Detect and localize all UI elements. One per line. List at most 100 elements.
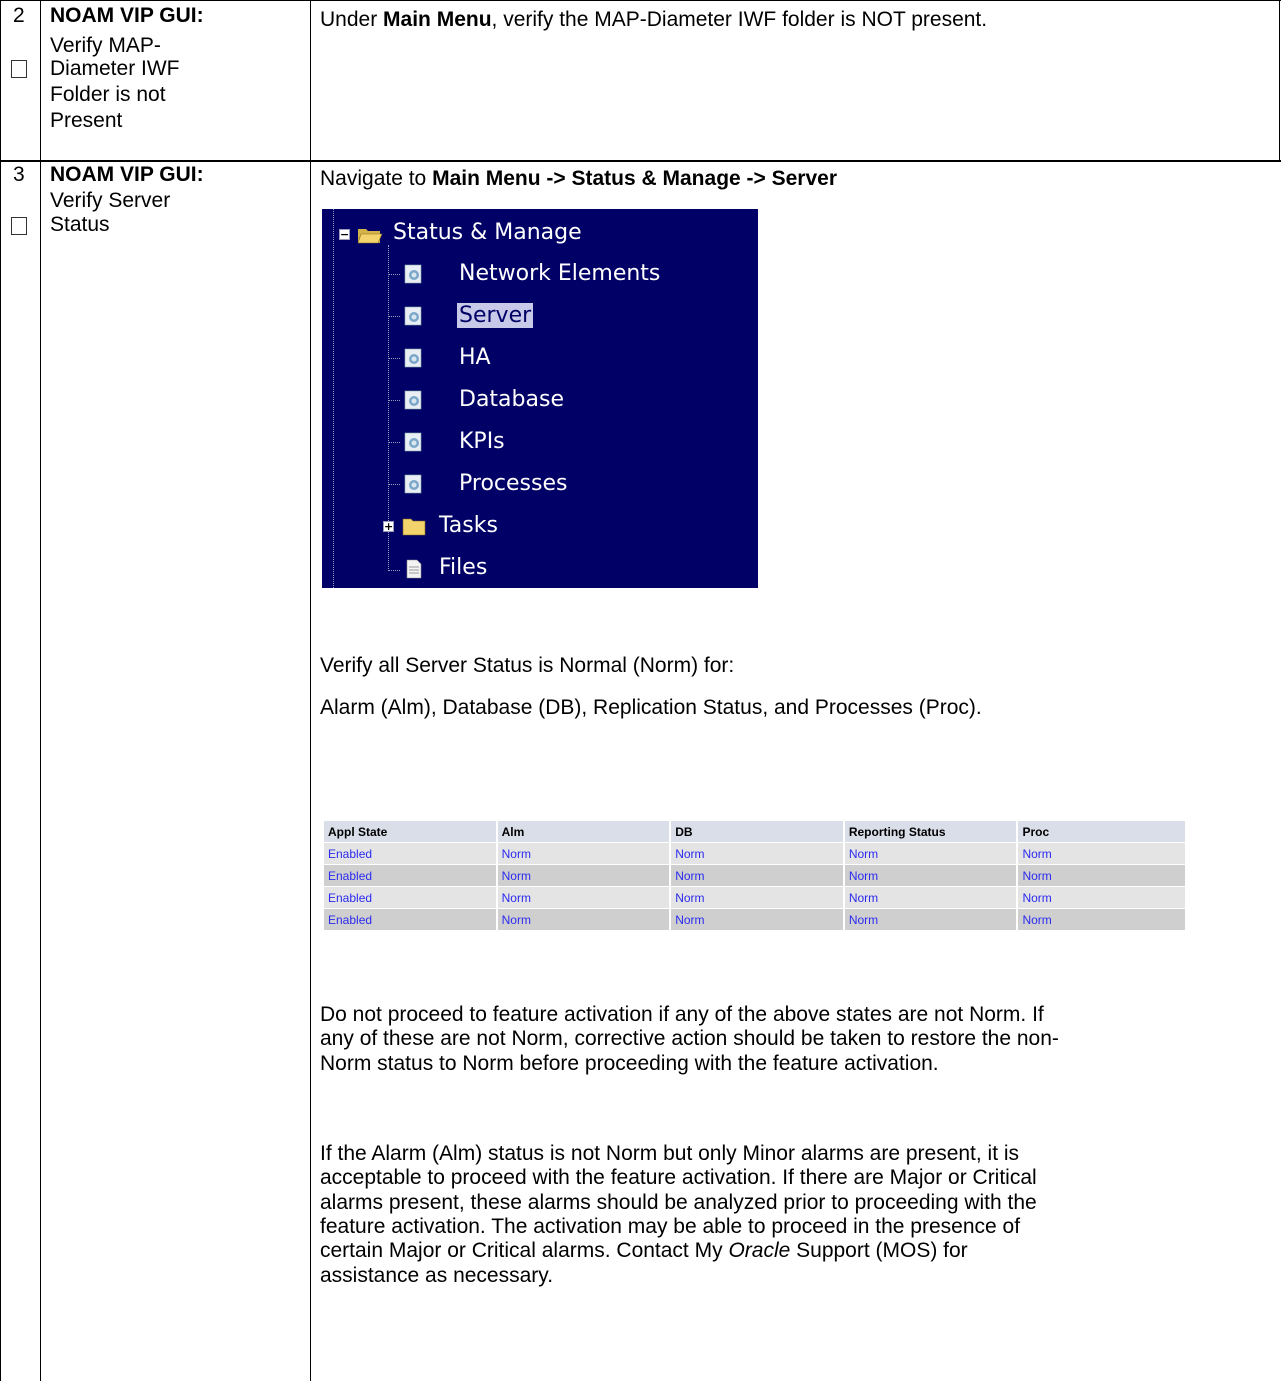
status-header-row: Appl State Alm DB Reporting Status Proc (324, 821, 1185, 842)
note-line: assistance as necessary. (320, 1264, 554, 1287)
note-line: If the Alarm (Alm) status is not Norm bu… (320, 1142, 1020, 1165)
status-page-icon (404, 474, 422, 494)
step-title-line: Diameter IWF (50, 57, 180, 80)
step-instruction: Under Main Menu, verify the MAP-Diameter… (320, 8, 987, 32)
tree-branch (388, 484, 400, 485)
status-cell[interactable]: Enabled (324, 909, 496, 930)
step-title-line: Verify MAP- (50, 34, 161, 57)
tree-file[interactable]: Files (439, 555, 487, 581)
note-line: any of these are not Norm, corrective ac… (320, 1027, 1059, 1050)
status-cell[interactable]: Norm (1018, 865, 1185, 886)
tree-item[interactable]: KPIs (459, 429, 505, 455)
note-text: certain Major or Critical alarms. Contac… (320, 1239, 729, 1262)
note-text: Support (MOS) for (790, 1239, 968, 1262)
tree-branch (388, 316, 400, 317)
tree-item[interactable]: Network Elements (459, 261, 660, 287)
status-cell[interactable]: Norm (497, 843, 670, 864)
row-divider (0, 160, 1281, 162)
tree-branch (388, 274, 400, 275)
status-cell[interactable]: Norm (671, 887, 843, 908)
instruction-bold: Main Menu (383, 8, 492, 31)
step-title-line: Folder is not (50, 83, 166, 106)
status-cell[interactable]: Norm (844, 887, 1017, 908)
instruction-prefix: Navigate to (320, 167, 433, 190)
step-checkbox[interactable] (11, 217, 27, 235)
tree-item[interactable]: Database (459, 387, 564, 413)
open-folder-icon (357, 229, 383, 244)
step-title-bold: NOAM VIP GUI: (50, 163, 204, 186)
col-divider-left (0, 0, 1, 1381)
tree-item-selected[interactable]: Server (457, 303, 534, 329)
col-divider-1 (40, 0, 41, 1381)
tree-branch (388, 570, 400, 571)
tree-branch (388, 358, 400, 359)
tree-guide (333, 209, 334, 588)
tree-item[interactable]: Processes (459, 471, 567, 497)
server-status-table: Appl State Alm DB Reporting Status Proc … (322, 820, 1187, 931)
status-cell[interactable]: Norm (671, 909, 843, 930)
status-cell[interactable]: Norm (671, 865, 843, 886)
verify-line: Verify all Server Status is Normal (Norm… (320, 654, 735, 677)
status-cell[interactable]: Norm (1018, 843, 1185, 864)
step-instruction: Navigate to Main Menu -> Status & Manage… (320, 167, 837, 191)
file-icon (406, 559, 422, 579)
column-header[interactable]: Appl State (324, 821, 496, 842)
note-line: Do not proceed to feature activation if … (320, 1003, 1044, 1026)
status-cell[interactable]: Norm (671, 843, 843, 864)
column-header[interactable]: Proc (1018, 821, 1185, 842)
tree-subfolder[interactable]: Tasks (439, 513, 498, 539)
status-page-icon (404, 306, 422, 326)
tree-branch (388, 400, 400, 401)
note-line: alarms present, these alarms should be a… (320, 1191, 1037, 1214)
status-cell[interactable]: Norm (1018, 887, 1185, 908)
step-checkbox[interactable] (11, 60, 27, 78)
note-italic: Oracle (728, 1239, 791, 1262)
status-cell[interactable]: Norm (497, 865, 670, 886)
status-cell[interactable]: Norm (497, 909, 670, 930)
folder-icon (402, 518, 426, 536)
step-title-line: Present (50, 109, 123, 132)
expand-toggle[interactable]: + (383, 521, 394, 532)
collapse-toggle[interactable]: − (339, 229, 350, 240)
step-number: 2 (13, 4, 25, 27)
status-page-icon (404, 432, 422, 452)
status-cell[interactable]: Enabled (324, 843, 496, 864)
status-cell[interactable]: Norm (1018, 909, 1185, 930)
status-cell[interactable]: Enabled (324, 865, 496, 886)
table-row: Enabled Norm Norm Norm Norm (324, 909, 1185, 930)
instruction-bold: Main Menu -> Status & Manage -> Server (432, 167, 838, 190)
status-page-icon (404, 348, 422, 368)
tree-item[interactable]: HA (459, 345, 491, 371)
status-cell[interactable]: Norm (844, 865, 1017, 886)
tree-branch (388, 442, 400, 443)
note-line: acceptable to proceed with the feature a… (320, 1166, 1037, 1189)
note-line: certain Major or Critical alarms. Contac… (320, 1239, 968, 1263)
status-cell[interactable]: Norm (844, 909, 1017, 930)
tree-root-label[interactable]: Status & Manage (393, 220, 582, 246)
instruction-suffix: , verify the MAP-Diameter IWF folder is … (491, 8, 988, 31)
table-border-top (0, 0, 1281, 1)
step-number: 3 (13, 163, 25, 186)
column-header[interactable]: DB (671, 821, 843, 842)
instruction-prefix: Under (320, 8, 384, 31)
col-divider-right (1279, 0, 1280, 162)
status-cell[interactable]: Norm (497, 887, 670, 908)
verify-line: Alarm (Alm), Database (DB), Replication … (320, 696, 982, 719)
table-row: Enabled Norm Norm Norm Norm (324, 865, 1185, 886)
status-page-icon (404, 390, 422, 410)
note-line: Norm status to Norm before proceeding wi… (320, 1052, 939, 1075)
step-title-line: Verify Server (50, 189, 171, 212)
step-title-line: Status (50, 213, 110, 236)
table-row: Enabled Norm Norm Norm Norm (324, 887, 1185, 908)
col-divider-2 (310, 0, 311, 1381)
menu-tree-screenshot: − Status & Manage Network Elements Serve… (322, 209, 758, 588)
column-header[interactable]: Alm (497, 821, 670, 842)
tree-item-server[interactable]: Server (457, 303, 534, 328)
status-page-icon (404, 264, 422, 284)
status-cell[interactable]: Norm (844, 843, 1017, 864)
column-header[interactable]: Reporting Status (844, 821, 1017, 842)
table-row: Enabled Norm Norm Norm Norm (324, 843, 1185, 864)
step-title-bold: NOAM VIP GUI: (50, 4, 204, 27)
note-line: feature activation. The activation may b… (320, 1215, 1021, 1238)
status-cell[interactable]: Enabled (324, 887, 496, 908)
